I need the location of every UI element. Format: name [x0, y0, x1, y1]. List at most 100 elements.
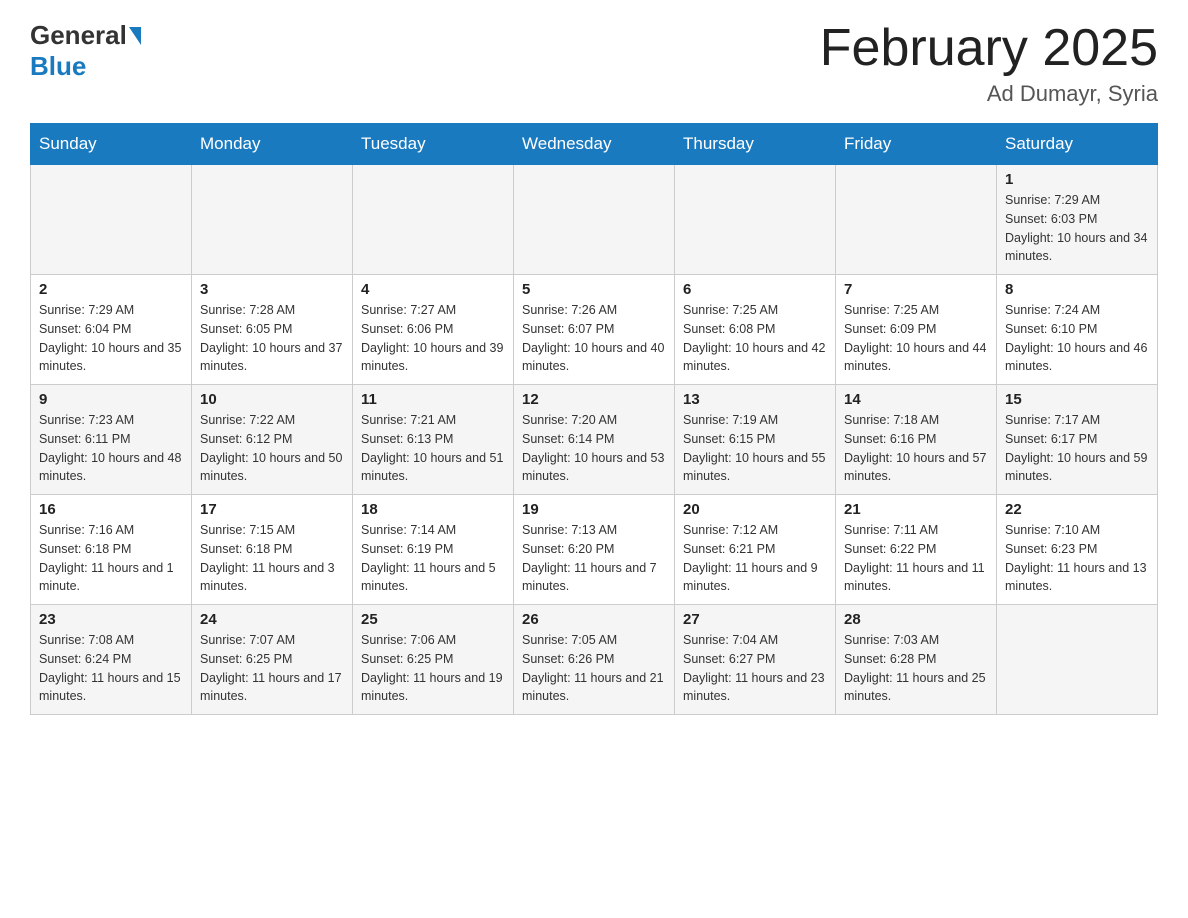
day-number: 26	[522, 611, 666, 628]
calendar-day-cell: 26 Sunrise: 7:05 AMSunset: 6:26 PMDayligh…	[514, 605, 675, 715]
col-saturday: Saturday	[997, 124, 1158, 165]
logo: General Blue	[30, 20, 143, 82]
day-info: Sunrise: 7:25 AMSunset: 6:09 PMDaylight:…	[844, 301, 988, 376]
day-number: 20	[683, 501, 827, 518]
title-block: February 2025 Ad Dumayr, Syria	[820, 20, 1158, 107]
day-info: Sunrise: 7:26 AMSunset: 6:07 PMDaylight:…	[522, 301, 666, 376]
calendar-day-cell: 8 Sunrise: 7:24 AMSunset: 6:10 PMDaylight…	[997, 275, 1158, 385]
calendar-day-cell	[514, 165, 675, 275]
calendar-day-cell: 20 Sunrise: 7:12 AMSunset: 6:21 PMDayligh…	[675, 495, 836, 605]
day-number: 28	[844, 611, 988, 628]
calendar-day-cell: 15 Sunrise: 7:17 AMSunset: 6:17 PMDayligh…	[997, 385, 1158, 495]
day-info: Sunrise: 7:17 AMSunset: 6:17 PMDaylight:…	[1005, 411, 1149, 486]
day-number: 9	[39, 391, 183, 408]
calendar-day-cell: 13Sunrise: 7:19 AMSunset: 6:15 PMDayligh…	[675, 385, 836, 495]
day-info: Sunrise: 7:10 AMSunset: 6:23 PMDaylight:…	[1005, 521, 1149, 596]
day-info: Sunrise: 7:28 AMSunset: 6:05 PMDaylight:…	[200, 301, 344, 376]
day-number: 15	[1005, 391, 1149, 408]
calendar-day-cell: 4 Sunrise: 7:27 AMSunset: 6:06 PMDaylight…	[353, 275, 514, 385]
header-row: Sunday Monday Tuesday Wednesday Thursday…	[31, 124, 1158, 165]
calendar-header: Sunday Monday Tuesday Wednesday Thursday…	[31, 124, 1158, 165]
day-info: Sunrise: 7:20 AMSunset: 6:14 PMDaylight:…	[522, 411, 666, 486]
calendar-day-cell: 19 Sunrise: 7:13 AMSunset: 6:20 PMDayligh…	[514, 495, 675, 605]
day-info: Sunrise: 7:27 AMSunset: 6:06 PMDaylight:…	[361, 301, 505, 376]
calendar-week-row: 2 Sunrise: 7:29 AMSunset: 6:04 PMDaylight…	[31, 275, 1158, 385]
day-number: 8	[1005, 281, 1149, 298]
page-header: General Blue February 2025 Ad Dumayr, Sy…	[30, 20, 1158, 107]
day-info: Sunrise: 7:04 AMSunset: 6:27 PMDaylight:…	[683, 631, 827, 706]
calendar-day-cell	[675, 165, 836, 275]
day-info: Sunrise: 7:07 AMSunset: 6:25 PMDaylight:…	[200, 631, 344, 706]
day-number: 11	[361, 391, 505, 408]
day-number: 25	[361, 611, 505, 628]
calendar-day-cell: 12 Sunrise: 7:20 AMSunset: 6:14 PMDayligh…	[514, 385, 675, 495]
calendar-day-cell: 16 Sunrise: 7:16 AMSunset: 6:18 PMDayligh…	[31, 495, 192, 605]
month-title: February 2025	[820, 20, 1158, 77]
day-info: Sunrise: 7:11 AMSunset: 6:22 PMDaylight:…	[844, 521, 988, 596]
calendar-day-cell: 10 Sunrise: 7:22 AMSunset: 6:12 PMDayligh…	[192, 385, 353, 495]
day-info: Sunrise: 7:15 AMSunset: 6:18 PMDaylight:…	[200, 521, 344, 596]
day-number: 10	[200, 391, 344, 408]
day-info: Sunrise: 7:24 AMSunset: 6:10 PMDaylight:…	[1005, 301, 1149, 376]
calendar-day-cell: 17 Sunrise: 7:15 AMSunset: 6:18 PMDayligh…	[192, 495, 353, 605]
day-info: Sunrise: 7:16 AMSunset: 6:18 PMDaylight:…	[39, 521, 183, 596]
logo-blue-text: Blue	[30, 51, 86, 82]
col-thursday: Thursday	[675, 124, 836, 165]
calendar-day-cell: 6Sunrise: 7:25 AMSunset: 6:08 PMDaylight…	[675, 275, 836, 385]
calendar-day-cell	[353, 165, 514, 275]
day-number: 14	[844, 391, 988, 408]
day-number: 4	[361, 281, 505, 298]
day-number: 3	[200, 281, 344, 298]
calendar-day-cell: 9 Sunrise: 7:23 AMSunset: 6:11 PMDaylight…	[31, 385, 192, 495]
day-info: Sunrise: 7:05 AMSunset: 6:26 PMDaylight:…	[522, 631, 666, 706]
day-number: 23	[39, 611, 183, 628]
calendar-day-cell: 1Sunrise: 7:29 AMSunset: 6:03 PMDaylight…	[997, 165, 1158, 275]
calendar-day-cell	[836, 165, 997, 275]
day-number: 7	[844, 281, 988, 298]
day-number: 5	[522, 281, 666, 298]
calendar-day-cell: 11 Sunrise: 7:21 AMSunset: 6:13 PMDayligh…	[353, 385, 514, 495]
location-subtitle: Ad Dumayr, Syria	[820, 81, 1158, 107]
calendar-day-cell: 2 Sunrise: 7:29 AMSunset: 6:04 PMDaylight…	[31, 275, 192, 385]
day-info: Sunrise: 7:21 AMSunset: 6:13 PMDaylight:…	[361, 411, 505, 486]
calendar-day-cell	[31, 165, 192, 275]
day-number: 19	[522, 501, 666, 518]
day-info: Sunrise: 7:18 AMSunset: 6:16 PMDaylight:…	[844, 411, 988, 486]
calendar-body: 1Sunrise: 7:29 AMSunset: 6:03 PMDaylight…	[31, 165, 1158, 715]
calendar-day-cell: 23 Sunrise: 7:08 AMSunset: 6:24 PMDayligh…	[31, 605, 192, 715]
day-number: 16	[39, 501, 183, 518]
day-info: Sunrise: 7:03 AMSunset: 6:28 PMDaylight:…	[844, 631, 988, 706]
calendar-day-cell: 18 Sunrise: 7:14 AMSunset: 6:19 PMDayligh…	[353, 495, 514, 605]
day-number: 17	[200, 501, 344, 518]
calendar-day-cell	[997, 605, 1158, 715]
day-info: Sunrise: 7:23 AMSunset: 6:11 PMDaylight:…	[39, 411, 183, 486]
day-info: Sunrise: 7:29 AMSunset: 6:04 PMDaylight:…	[39, 301, 183, 376]
day-info: Sunrise: 7:08 AMSunset: 6:24 PMDaylight:…	[39, 631, 183, 706]
col-tuesday: Tuesday	[353, 124, 514, 165]
calendar-week-row: 1Sunrise: 7:29 AMSunset: 6:03 PMDaylight…	[31, 165, 1158, 275]
day-number: 21	[844, 501, 988, 518]
day-info: Sunrise: 7:06 AMSunset: 6:25 PMDaylight:…	[361, 631, 505, 706]
day-info: Sunrise: 7:13 AMSunset: 6:20 PMDaylight:…	[522, 521, 666, 596]
calendar-week-row: 16 Sunrise: 7:16 AMSunset: 6:18 PMDayligh…	[31, 495, 1158, 605]
calendar-day-cell: 22Sunrise: 7:10 AMSunset: 6:23 PMDayligh…	[997, 495, 1158, 605]
calendar-table: Sunday Monday Tuesday Wednesday Thursday…	[30, 123, 1158, 715]
day-number: 27	[683, 611, 827, 628]
day-number: 1	[1005, 171, 1149, 188]
calendar-day-cell: 28 Sunrise: 7:03 AMSunset: 6:28 PMDayligh…	[836, 605, 997, 715]
calendar-day-cell: 14 Sunrise: 7:18 AMSunset: 6:16 PMDayligh…	[836, 385, 997, 495]
day-number: 18	[361, 501, 505, 518]
day-info: Sunrise: 7:22 AMSunset: 6:12 PMDaylight:…	[200, 411, 344, 486]
day-number: 24	[200, 611, 344, 628]
calendar-day-cell: 24 Sunrise: 7:07 AMSunset: 6:25 PMDayligh…	[192, 605, 353, 715]
calendar-week-row: 9 Sunrise: 7:23 AMSunset: 6:11 PMDaylight…	[31, 385, 1158, 495]
calendar-week-row: 23 Sunrise: 7:08 AMSunset: 6:24 PMDayligh…	[31, 605, 1158, 715]
day-info: Sunrise: 7:14 AMSunset: 6:19 PMDaylight:…	[361, 521, 505, 596]
col-friday: Friday	[836, 124, 997, 165]
day-number: 12	[522, 391, 666, 408]
logo-general-text: General	[30, 20, 127, 51]
logo-arrow-icon	[129, 27, 141, 45]
day-number: 2	[39, 281, 183, 298]
day-info: Sunrise: 7:12 AMSunset: 6:21 PMDaylight:…	[683, 521, 827, 596]
calendar-day-cell: 3 Sunrise: 7:28 AMSunset: 6:05 PMDaylight…	[192, 275, 353, 385]
